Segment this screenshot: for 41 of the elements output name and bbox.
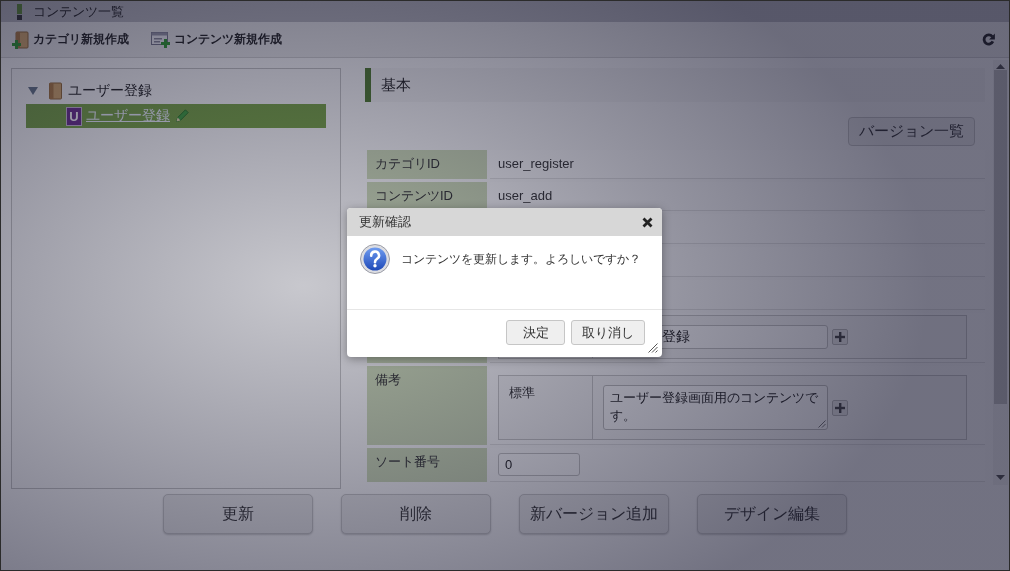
field-label: 備考	[367, 366, 487, 445]
plus-icon	[835, 332, 845, 342]
version-list-button[interactable]: バージョン一覧	[848, 117, 975, 146]
question-icon	[360, 244, 390, 274]
tree-item-label[interactable]: ユーザー登録	[68, 81, 152, 101]
text-input[interactable]: 0	[498, 453, 580, 476]
add-button[interactable]	[832, 329, 848, 345]
add-button[interactable]	[832, 399, 848, 416]
pencil-icon[interactable]	[174, 108, 190, 124]
field-label: カテゴリID	[367, 150, 487, 179]
action-button[interactable]: 更新	[163, 494, 313, 534]
page-icon	[17, 3, 22, 20]
field-value: user_add	[498, 188, 553, 203]
dialog-button[interactable]: 決定	[506, 320, 565, 345]
scroll-up-arrow-icon[interactable]	[996, 64, 1005, 69]
scrollbar[interactable]	[993, 60, 1008, 485]
field-value: user_register	[498, 156, 574, 171]
action-button[interactable]: デザイン編集	[697, 494, 847, 534]
expand-arrow-icon[interactable]	[28, 86, 38, 96]
resize-grip-icon[interactable]	[818, 420, 826, 428]
tree-item[interactable]: U ユーザー登録	[26, 104, 326, 128]
action-button[interactable]: 新バージョン追加	[519, 494, 669, 534]
refresh-icon[interactable]	[982, 33, 995, 46]
book-icon	[49, 82, 62, 100]
plus-icon	[835, 402, 845, 413]
dialog-title: 更新確認	[359, 213, 411, 231]
field-label: ソート番号	[367, 448, 487, 482]
scrollbar-thumb[interactable]	[994, 70, 1007, 404]
toolbar-button[interactable]: コンテンツ新規作成	[151, 31, 282, 48]
dialog-message: コンテンツを更新します。よろしいですか？	[401, 250, 641, 268]
dialog-button[interactable]: 取り消し	[571, 320, 645, 345]
book-add-icon	[12, 30, 29, 49]
toolbar-button[interactable]: カテゴリ新規作成	[12, 30, 129, 49]
resize-grip-icon[interactable]	[648, 343, 658, 353]
content-badge: U	[66, 106, 82, 126]
textarea-field[interactable]: ユーザー登録画面用のコンテンツです。	[603, 385, 828, 430]
close-icon[interactable]	[642, 216, 653, 228]
action-button[interactable]: 削除	[341, 494, 491, 534]
locale-label: 標準	[499, 376, 593, 439]
form-add-icon	[151, 31, 170, 48]
scroll-down-arrow-icon[interactable]	[996, 475, 1005, 480]
